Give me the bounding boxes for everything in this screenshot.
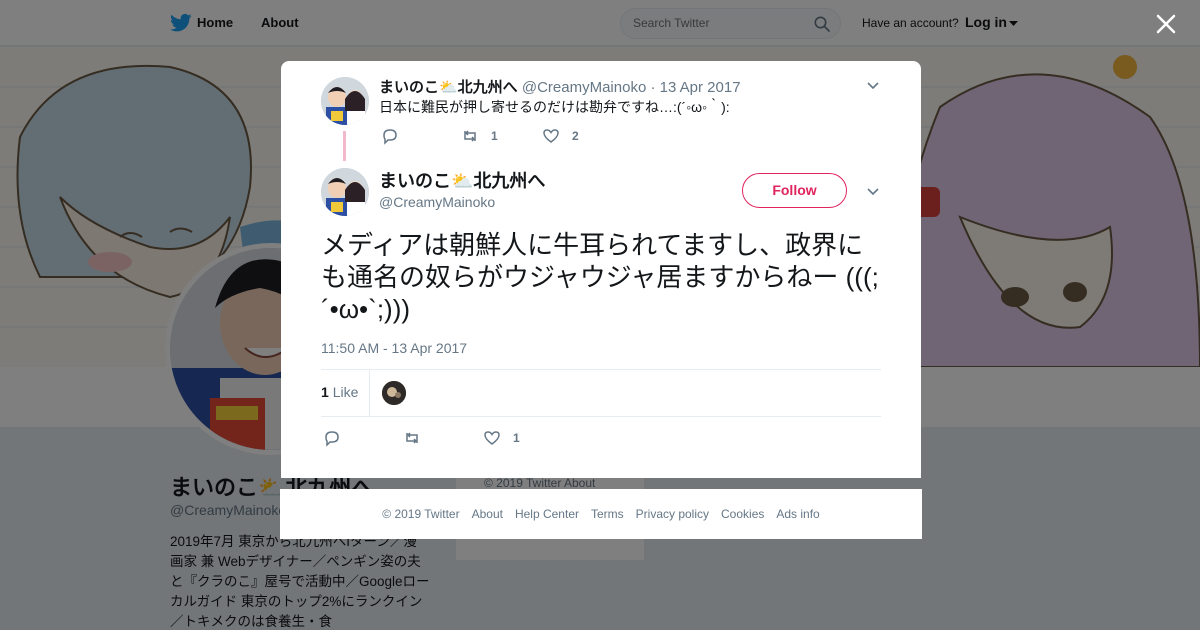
parent-tweet-avatar[interactable] [321,77,369,125]
main-like-count: 1 [513,431,520,445]
conversation-thread-line [343,131,346,161]
footer-copyright: © 2019 Twitter [382,507,460,521]
modal-footer: © 2019 Twitter About Help Center Terms P… [280,489,922,539]
main-retweet-button[interactable] [403,429,433,447]
parent-tweet-handle[interactable]: @CreamyMainoko [522,79,646,96]
avatar-photo [321,168,369,216]
likes-label: Like [332,384,359,400]
parent-tweet-caret-down-icon[interactable] [866,78,880,92]
retweet-icon [406,432,418,444]
parent-reply-button[interactable] [381,127,411,145]
main-tweet-handle[interactable]: @CreamyMainoko [379,194,495,210]
likes-stat[interactable]: 1 Like [321,384,358,400]
parent-like-count: 2 [572,129,579,143]
stats-divider-bottom [321,416,881,417]
main-tweet-caret-down-icon[interactable] [866,184,880,198]
heart-icon [484,431,500,445]
main-tweet-timestamp[interactable]: 11:50 AM - 13 Apr 2017 [321,340,467,356]
main-reply-button[interactable] [323,429,353,447]
main-tweet-avatar[interactable] [321,168,369,216]
parent-retweet-count: 1 [491,129,498,143]
main-tweet-text: メディアは朝鮮人に牛耳られてますし、政界にも通名の奴らがウジャウジャ居ますからね… [321,230,879,324]
footer-link-terms[interactable]: Terms [591,507,624,521]
likes-number: 1 [321,384,329,400]
main-like-button[interactable]: 1 [483,429,520,447]
close-icon[interactable] [1154,12,1178,36]
footer-link-privacy-policy[interactable]: Privacy policy [636,507,709,521]
tweet-modal: まいのこ⛅北九州へ @CreamyMainoko · 13 Apr 2017 日… [281,61,921,478]
parent-like-button[interactable]: 2 [542,127,579,145]
footer-link-help-center[interactable]: Help Center [515,507,579,521]
parent-tweet-text: 日本に難民が押し寄せるのだけは勘弁ですね…:(´◦ω◦｀): [379,99,730,115]
main-tweet-name[interactable]: まいのこ⛅北九州へ [379,167,545,193]
follow-button[interactable]: Follow [742,173,847,208]
retweet-icon [464,130,476,142]
stats-vertical-divider [369,370,370,416]
parent-tweet-name[interactable]: まいのこ⛅北九州へ [379,79,518,96]
parent-retweet-button[interactable]: 1 [461,127,498,145]
heart-icon [543,129,559,143]
liker-avatar-photo [382,381,406,405]
footer-link-about[interactable]: About [472,507,503,521]
avatar-photo [321,77,369,125]
liker-avatar[interactable] [382,381,406,405]
parent-tweet-header: まいのこ⛅北九州へ @CreamyMainoko · 13 Apr 2017 [379,76,741,97]
reply-icon [325,431,339,447]
footer-link-cookies[interactable]: Cookies [721,507,764,521]
footer-link-ads-info[interactable]: Ads info [776,507,819,521]
parent-tweet-date[interactable]: · 13 Apr 2017 [650,79,740,96]
stats-divider-top [321,369,881,370]
reply-icon [383,129,397,145]
